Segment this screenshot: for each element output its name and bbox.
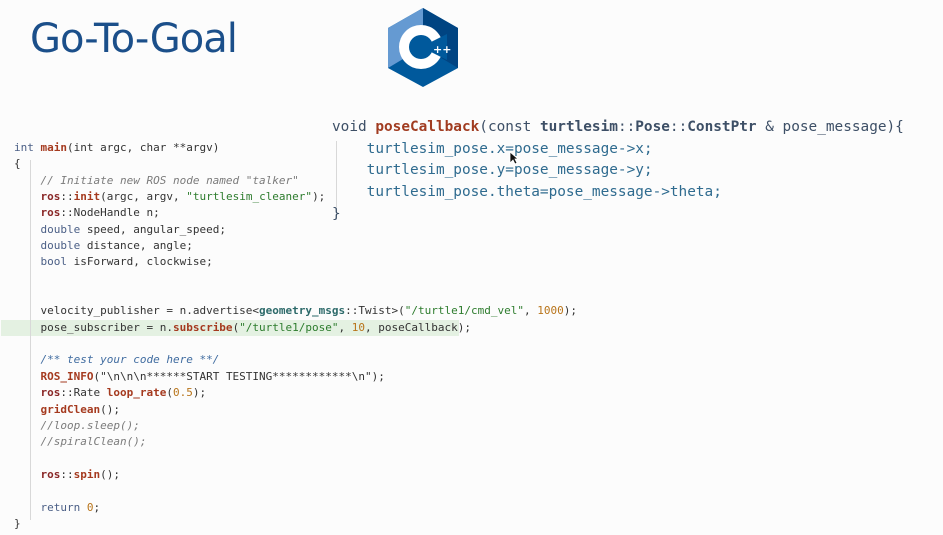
indent-guide: [30, 160, 31, 520]
code-line: }: [14, 516, 21, 530]
code-line: bool isForward, clockwise;: [40, 255, 213, 269]
code-line: /** test your code here **/: [40, 353, 220, 367]
highlighted-code-line: pose_subscriber = n.subscribe("/turtle1/…: [1, 319, 471, 337]
code-line: velocity_publisher = n.advertise<geometr…: [40, 304, 577, 318]
mouse-cursor-icon: [509, 151, 519, 165]
code-line: gridClean();: [40, 402, 120, 416]
code-line: {: [14, 157, 21, 171]
code-line: void poseCallback(const turtlesim::Pose:…: [332, 119, 904, 135]
slide-title: Go-To-Goal: [30, 16, 238, 62]
code-line: ros::spin();: [40, 467, 121, 481]
code-line: // Initiate new ROS node named "talker": [40, 173, 299, 187]
main-function-code: int main(int argc, char **argv) { // Init…: [1, 140, 577, 532]
code-line: ros::NodeHandle n;: [40, 206, 160, 220]
cpp-logo-icon: ++: [388, 8, 458, 87]
code-line: double speed, angular_speed;: [40, 222, 226, 236]
code-line: ros::init(argc, argv, "turtlesim_cleaner…: [40, 190, 326, 204]
cpp-logo-text: ++: [433, 43, 451, 56]
code-line: int main(int argc, char **argv): [14, 141, 220, 154]
code-line: //loop.sleep();: [40, 418, 140, 432]
code-line: //spiralClean();: [40, 435, 147, 449]
code-line: return 0;: [40, 500, 101, 514]
code-line: ROS_INFO("\n\n\n******START TESTING*****…: [40, 369, 385, 383]
code-line: ros::Rate loop_rate(0.5);: [40, 386, 207, 400]
code-line: double distance, angle;: [40, 239, 193, 253]
